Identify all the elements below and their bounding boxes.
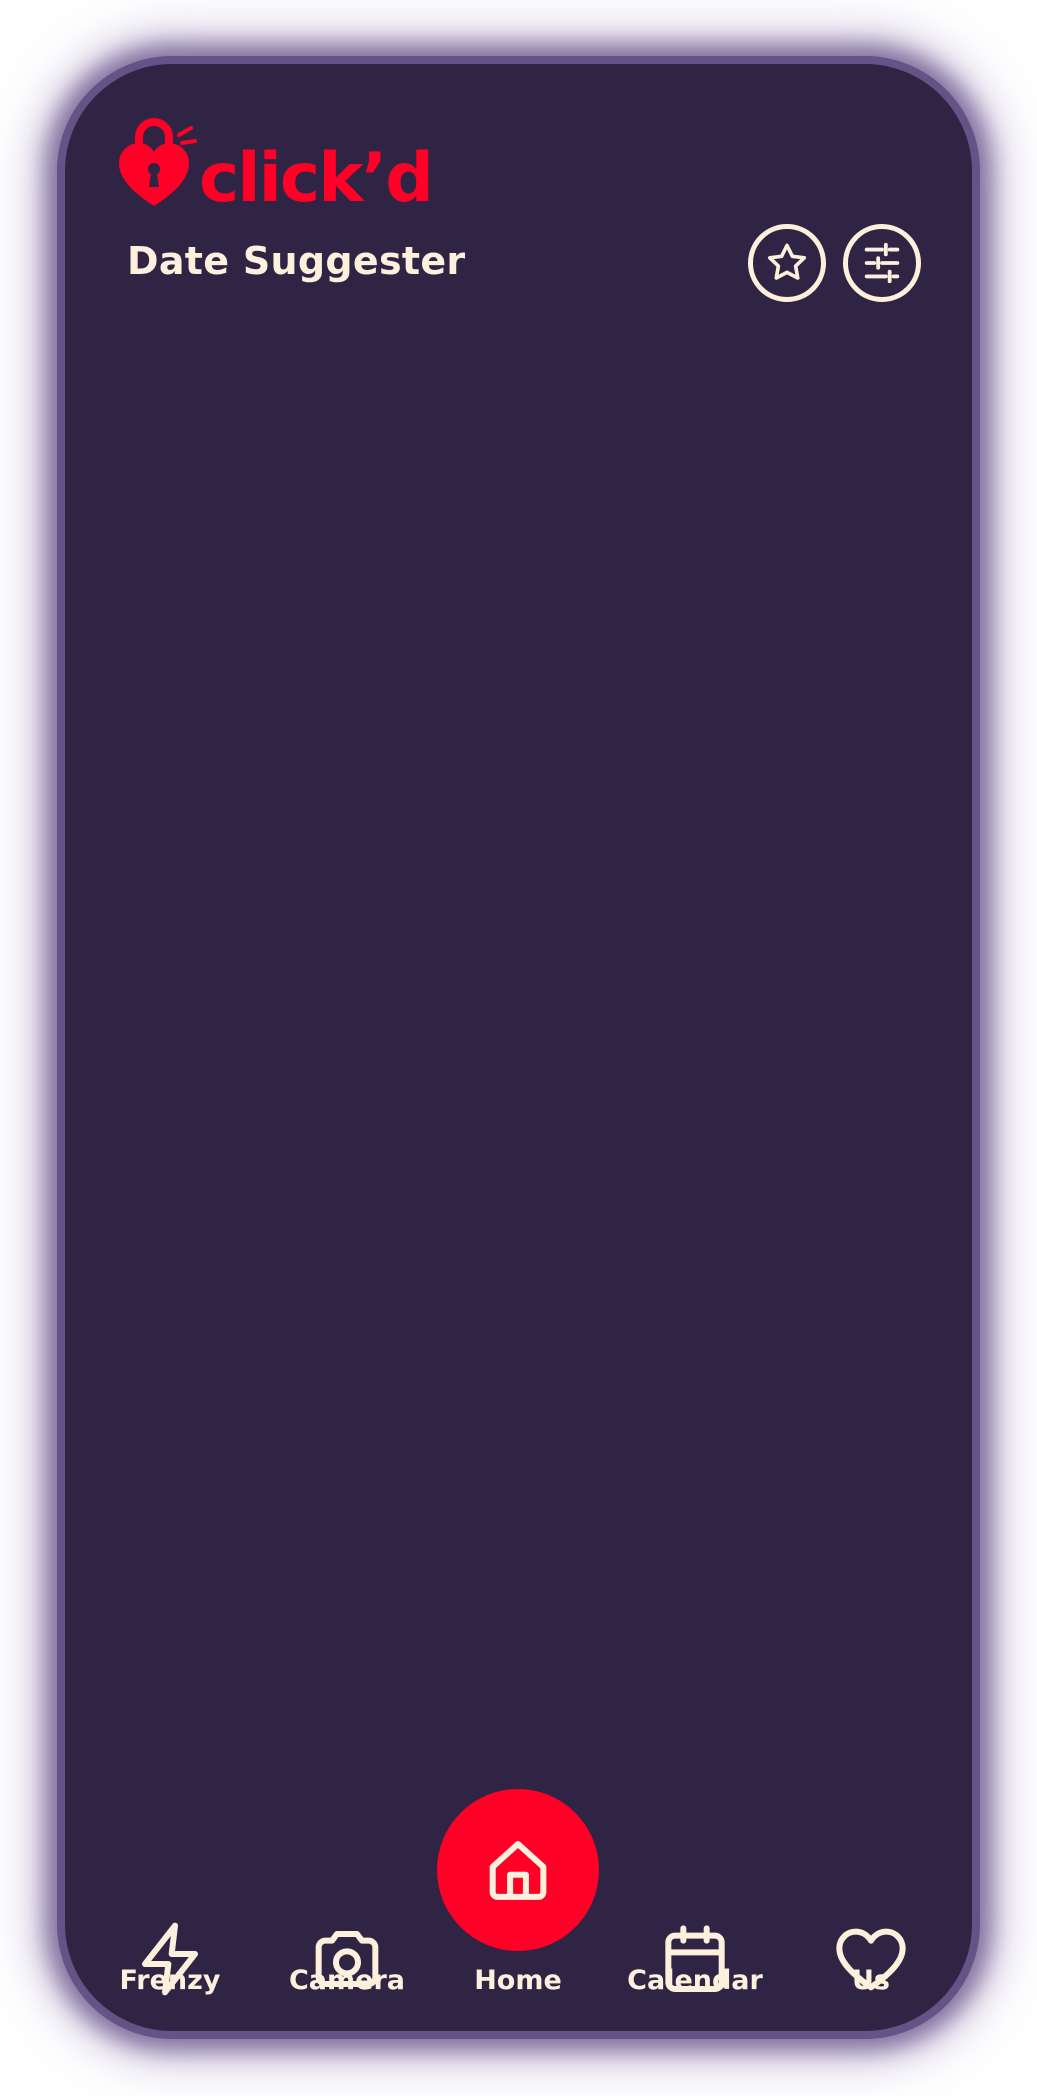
clickd-logo: click’d	[117, 111, 437, 211]
nav-item-us[interactable]: Us	[796, 1789, 946, 2019]
nav-item-home[interactable]: Home	[437, 1789, 599, 2019]
nav-item-calendar[interactable]: Calendar	[620, 1789, 770, 2019]
app-screen: click’d Date Suggester Frenzy Camera Hom…	[0, 0, 1037, 2096]
nav-label-camera: Camera	[288, 1965, 405, 1996]
nav-item-frenzy[interactable]: Frenzy	[95, 1789, 245, 2019]
phone-frame: click’d Date Suggester Frenzy Camera Hom…	[57, 56, 980, 2039]
suggestions-content	[65, 344, 972, 1794]
home-icon	[489, 1841, 547, 1900]
page-title: Date Suggester	[127, 239, 466, 283]
filters-button[interactable]	[843, 224, 921, 302]
nav-label-us: Us	[852, 1965, 890, 1996]
nav-label-home: Home	[474, 1965, 562, 1996]
bottom-nav: Frenzy Camera Home Calendar Us	[65, 1789, 972, 2019]
nav-label-frenzy: Frenzy	[119, 1965, 221, 1996]
star-icon	[767, 243, 807, 280]
nav-item-camera[interactable]: Camera	[272, 1789, 422, 2019]
home-button[interactable]	[437, 1789, 599, 1951]
favorites-button[interactable]	[748, 224, 826, 302]
brand-wordmark: click’d	[199, 139, 432, 211]
heart-padlock-icon	[119, 118, 197, 206]
nav-label-calendar: Calendar	[627, 1965, 763, 1996]
sliders-icon	[864, 242, 900, 284]
